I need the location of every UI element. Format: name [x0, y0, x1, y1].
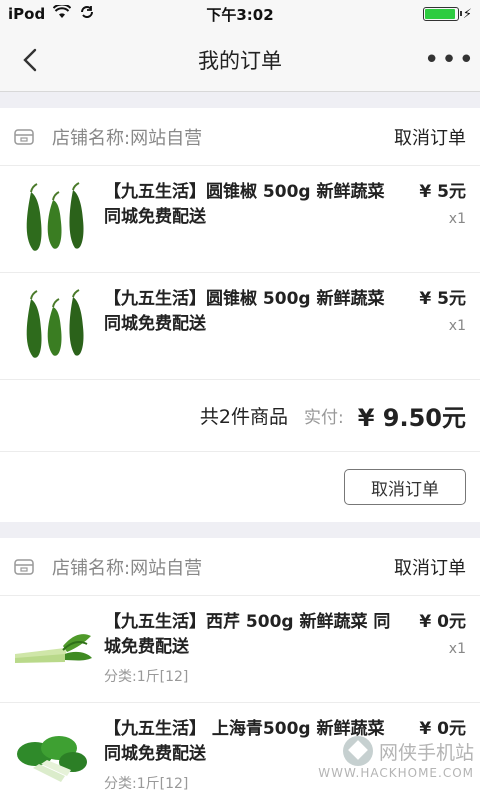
celery-icon — [12, 610, 94, 690]
item-price: ¥ 0元 — [419, 612, 466, 632]
item-name: 【九五生活】西芹 500g 新鲜蔬菜 同城免费配送 — [104, 612, 391, 657]
watermark: 网侠手机站 WWW.HACKHOME.COM — [304, 736, 474, 796]
bok-choy-icon — [12, 717, 94, 797]
watermark-text: 网侠手机站 — [378, 741, 474, 764]
order-item[interactable]: 【九五生活】西芹 500g 新鲜蔬菜 同城免费配送 分类:1斤[12] ¥ 0元… — [0, 596, 480, 703]
navigation-bar: 我的订单 ••• — [0, 28, 480, 92]
item-count: 共2件商品 — [199, 406, 288, 428]
green-pepper-icon — [12, 180, 94, 260]
paid-total: ¥ 9.50元 — [357, 404, 466, 432]
order-item[interactable]: 【九五生活】圆锥椒 500g 新鲜蔬菜 同城免费配送 ¥ 5元 x1 — [0, 166, 480, 273]
shop-name: 店铺名称:网站自营 — [52, 557, 203, 579]
shop-icon — [14, 128, 36, 146]
cancel-order-link[interactable]: 取消订单 — [394, 554, 466, 580]
status-bar: iPod 下午3:02 ⚡ — [0, 0, 480, 28]
item-quantity: x1 — [448, 641, 466, 657]
item-category: 分类:1斤[12] — [104, 669, 189, 685]
order-header: 店铺名称:网站自营 取消订单 — [0, 108, 480, 166]
item-quantity: x1 — [448, 211, 466, 227]
item-name: 【九五生活】圆锥椒 500g 新鲜蔬菜 同城免费配送 — [104, 289, 385, 334]
paid-label: 实付: — [303, 408, 344, 428]
order-card: 店铺名称:网站自营 取消订单 【九五生活】圆锥椒 500g 新鲜蔬菜 同城免费配… — [0, 108, 480, 522]
shop-icon — [14, 558, 36, 576]
item-price: ¥ 5元 — [419, 182, 466, 202]
shop-name: 店铺名称:网站自营 — [52, 127, 203, 149]
item-price: ¥ 5元 — [419, 289, 466, 309]
carrier-label: iPod — [8, 5, 46, 23]
order-header: 店铺名称:网站自营 取消订单 — [0, 538, 480, 596]
cancel-order-link[interactable]: 取消订单 — [394, 124, 466, 150]
more-dots-icon: ••• — [423, 44, 476, 75]
chevron-left-icon — [23, 48, 37, 71]
sync-icon — [79, 4, 95, 24]
battery-icon — [422, 7, 462, 21]
wifi-icon — [52, 3, 72, 23]
page-title: 我的订单 — [198, 48, 282, 73]
back-button[interactable] — [0, 28, 60, 92]
item-name: 【九五生活】圆锥椒 500g 新鲜蔬菜 同城免费配送 — [104, 182, 385, 227]
watermark-logo-icon — [342, 736, 373, 766]
cancel-order-button[interactable]: 取消订单 — [344, 469, 466, 505]
order-item[interactable]: 【九五生活】圆锥椒 500g 新鲜蔬菜 同城免费配送 ¥ 5元 x1 — [0, 273, 480, 380]
order-summary: 共2件商品 实付: ¥ 9.50元 — [0, 380, 480, 452]
charging-icon: ⚡ — [462, 6, 472, 22]
order-actions: 取消订单 — [0, 452, 480, 522]
item-quantity: x1 — [448, 318, 466, 334]
green-pepper-icon — [12, 287, 94, 367]
watermark-url: WWW.HACKHOME.COM — [318, 766, 474, 780]
more-button[interactable]: ••• — [420, 28, 480, 92]
battery-level — [424, 9, 456, 19]
